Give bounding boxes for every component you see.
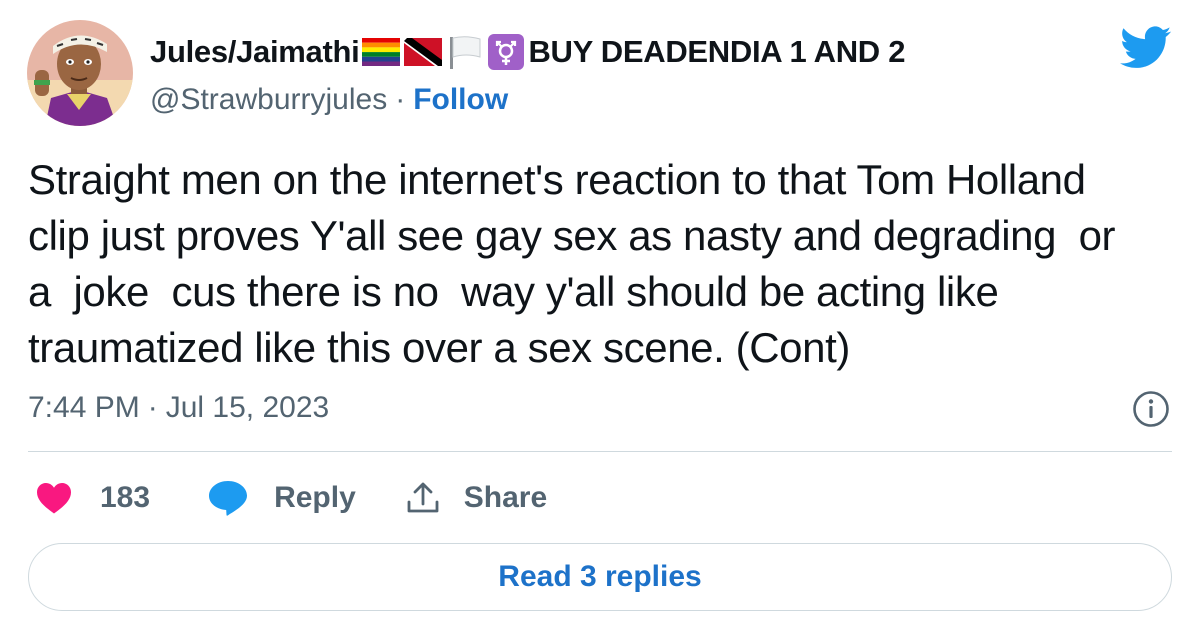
avatar[interactable] bbox=[27, 20, 133, 126]
twitter-bird-icon[interactable] bbox=[1120, 26, 1172, 70]
author-display-name[interactable]: Jules/Jaimathi bbox=[150, 34, 360, 70]
like-count: 183 bbox=[100, 481, 151, 514]
author-name-row[interactable]: Jules/Jaimathi BUY DEADENDIA 1 AND 2 bbox=[150, 30, 905, 74]
like-button[interactable]: 183 bbox=[36, 481, 150, 515]
author-handle-row: @Strawburryjules · Follow bbox=[150, 80, 508, 120]
share-label: Share bbox=[463, 481, 548, 514]
avatar-image bbox=[27, 20, 133, 126]
reply-button[interactable]: Reply bbox=[208, 480, 356, 516]
white-flag-icon bbox=[446, 35, 484, 69]
trinidad-flag-icon bbox=[404, 38, 443, 66]
handle-separator: · bbox=[395, 83, 406, 116]
tweet-text: Straight men on the internet's reaction … bbox=[28, 156, 1116, 371]
author-name-suffix[interactable]: BUY DEADENDIA 1 AND 2 bbox=[528, 34, 905, 70]
read-replies-label: Read 3 replies bbox=[498, 560, 702, 593]
read-replies-button[interactable]: Read 3 replies bbox=[28, 543, 1172, 611]
author-handle[interactable]: @Strawburryjules bbox=[150, 83, 387, 117]
tweet-timestamp[interactable]: 7:44 PM · Jul 15, 2023 bbox=[28, 388, 329, 428]
tweet-date: Jul 15, 2023 bbox=[165, 391, 330, 424]
reply-label: Reply bbox=[274, 481, 356, 514]
name-emoji-group bbox=[362, 34, 525, 70]
tweet-actions: 183 Reply Share bbox=[36, 474, 547, 522]
share-icon bbox=[406, 481, 440, 515]
tweet-time: 7:44 PM bbox=[28, 391, 140, 424]
divider bbox=[28, 451, 1172, 452]
rainbow-flag-icon bbox=[362, 38, 401, 66]
transgender-symbol-icon bbox=[488, 34, 525, 70]
reply-bubble-icon bbox=[208, 480, 248, 516]
heart-icon bbox=[36, 482, 72, 514]
info-icon[interactable] bbox=[1132, 390, 1170, 428]
timestamp-separator: · bbox=[147, 391, 158, 424]
share-button[interactable]: Share bbox=[406, 481, 547, 515]
follow-button[interactable]: Follow bbox=[413, 83, 508, 117]
tweet-card: Jules/Jaimathi BUY DEADENDIA 1 AND 2 @St… bbox=[0, 0, 1200, 637]
